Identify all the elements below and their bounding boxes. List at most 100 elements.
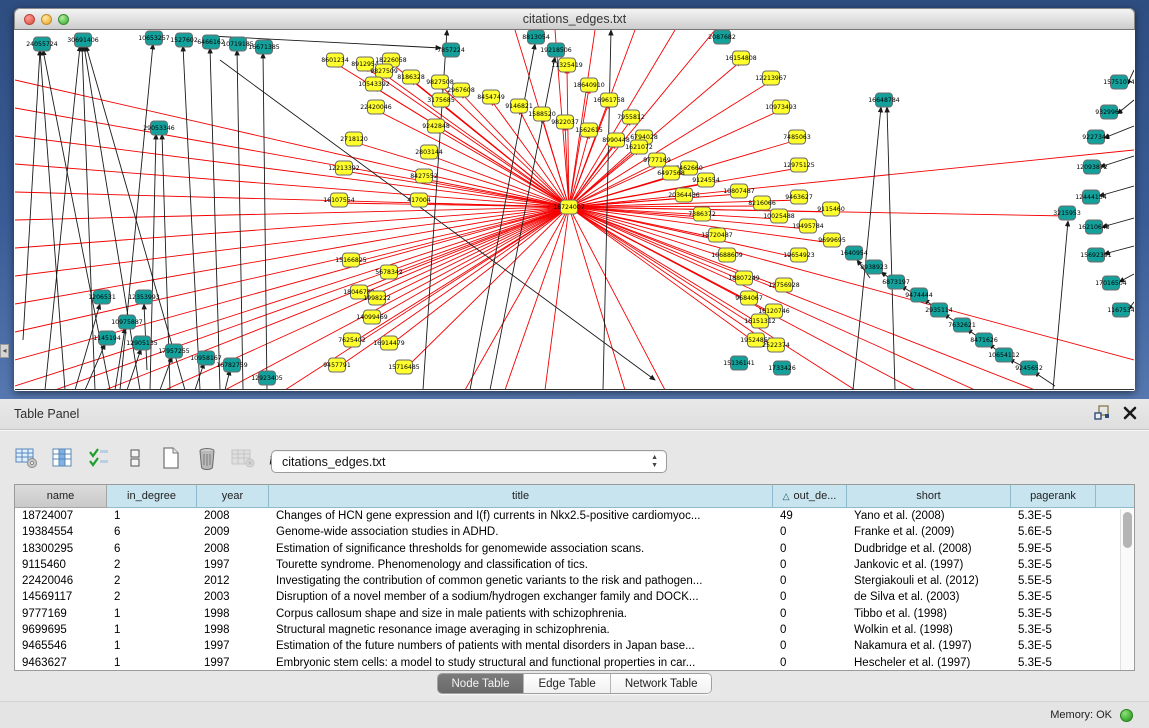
- graph-node[interactable]: 15166825: [335, 253, 367, 267]
- graph-node[interactable]: 30691406: [67, 33, 99, 47]
- citation-edge-red[interactable]: [569, 88, 589, 207]
- citation-edge-black[interactable]: [225, 370, 230, 390]
- citation-edge-red[interactable]: [429, 155, 569, 207]
- graph-node[interactable]: 10653257: [138, 31, 170, 45]
- select-columns-icon[interactable]: [86, 446, 111, 470]
- graph-node[interactable]: 12093872: [1076, 160, 1108, 174]
- graph-node[interactable]: 9329966: [1095, 105, 1123, 119]
- column-header-in-degree[interactable]: in_degree: [107, 485, 197, 508]
- collapse-west-panel-handle[interactable]: ◂: [0, 344, 9, 358]
- graph-node[interactable]: 10807487: [723, 184, 755, 198]
- citation-edge-black[interactable]: [183, 46, 200, 390]
- citation-edge-red[interactable]: [569, 207, 760, 324]
- citation-edge-red[interactable]: [545, 207, 569, 390]
- graph-node[interactable]: 9227342: [1082, 130, 1110, 144]
- graph-node[interactable]: 19495784: [792, 219, 824, 233]
- graph-node[interactable]: 10688609: [711, 248, 743, 262]
- table-row[interactable]: 1872400712008Changes of HCN gene express…: [15, 508, 1134, 524]
- tab-edge-table[interactable]: Edge Table: [524, 674, 610, 693]
- citation-edge-black[interactable]: [40, 50, 65, 390]
- citation-edge-black[interactable]: [23, 50, 40, 340]
- table-mode-icon[interactable]: [14, 446, 39, 470]
- minimize-window-icon[interactable]: [41, 14, 52, 25]
- table-scrollbar[interactable]: [1120, 509, 1133, 670]
- graph-node[interactable]: 11325419: [551, 58, 583, 72]
- graph-node[interactable]: 19654923: [783, 248, 815, 262]
- graph-node[interactable]: 12444154: [1075, 190, 1107, 204]
- column-header-short[interactable]: short: [847, 485, 1011, 508]
- graph-node[interactable]: 8471626: [970, 333, 998, 347]
- table-scrollbar-thumb[interactable]: [1123, 512, 1132, 548]
- graph-node[interactable]: 5678342: [375, 265, 403, 279]
- graph-node[interactable]: 1640954: [840, 246, 868, 260]
- graph-node[interactable]: 15716485: [388, 360, 420, 374]
- graph-node[interactable]: 3215953: [1053, 206, 1081, 220]
- graph-node[interactable]: 10973493: [765, 100, 797, 114]
- graph-node[interactable]: 16154808: [725, 51, 757, 65]
- citation-edge-red[interactable]: [15, 136, 569, 207]
- new-column-icon[interactable]: [158, 446, 183, 470]
- graph-node[interactable]: 1527602: [170, 33, 198, 47]
- graph-node[interactable]: 9245652: [1015, 361, 1043, 375]
- citation-edge-black[interactable]: [150, 134, 156, 390]
- table-row[interactable]: 1830029562008Estimation of significance …: [15, 541, 1134, 557]
- citation-edge-red[interactable]: [505, 207, 569, 390]
- graph-node[interactable]: 9115460: [817, 202, 845, 216]
- table-row[interactable]: 946362711997Embryonic stem cells: a mode…: [15, 655, 1134, 671]
- graph-node[interactable]: 6466162: [197, 35, 225, 49]
- delete-column-icon[interactable]: [194, 446, 219, 470]
- close-panel-icon[interactable]: [1123, 406, 1137, 420]
- column-header-year[interactable]: year: [197, 485, 269, 508]
- graph-node[interactable]: 12756928: [768, 278, 800, 292]
- citation-edge-black[interactable]: [263, 53, 267, 390]
- graph-node[interactable]: 16961758: [593, 93, 625, 107]
- graph-node[interactable]: 1145194: [93, 331, 121, 345]
- citation-edge-black[interactable]: [210, 48, 220, 390]
- graph-node[interactable]: 7625402: [338, 333, 366, 347]
- graph-node[interactable]: 1167534: [1107, 303, 1134, 317]
- graph-node[interactable]: 7485063: [783, 130, 811, 144]
- graph-node[interactable]: 12213967: [755, 71, 787, 85]
- graph-node[interactable]: 9699695: [818, 233, 846, 247]
- table-row[interactable]: 1456911722003Disruption of a novel membe…: [15, 589, 1134, 605]
- column-header-title[interactable]: title: [269, 485, 773, 508]
- graph-node[interactable]: 8216066: [748, 196, 776, 210]
- graph-node[interactable]: 8813054: [522, 30, 550, 44]
- column-header-pagerank[interactable]: pagerank: [1011, 485, 1096, 508]
- citation-edge-black[interactable]: [45, 46, 80, 390]
- graph-node[interactable]: 15751074: [1103, 75, 1134, 89]
- citation-edge-black[interactable]: [237, 50, 243, 390]
- graph-node[interactable]: 2718120: [340, 132, 368, 146]
- citation-edge-red[interactable]: [15, 164, 569, 207]
- tab-node-table[interactable]: Node Table: [438, 674, 525, 693]
- graph-node[interactable]: 22420046: [360, 100, 392, 114]
- citation-edge-black[interactable]: [1053, 221, 1068, 390]
- citation-edge-red[interactable]: [569, 194, 739, 207]
- graph-node[interactable]: 8454749: [477, 90, 505, 104]
- float-panel-icon[interactable]: [1094, 405, 1111, 421]
- table-row[interactable]: 977716911998Corpus callosum shape and si…: [15, 606, 1134, 622]
- column-header-name[interactable]: name: [15, 485, 107, 508]
- network-canvas[interactable]: 1872400724055724306914061065325715276026…: [15, 30, 1134, 390]
- network-window-titlebar[interactable]: citations_edges.txt: [14, 8, 1135, 30]
- graph-node[interactable]: 6873197: [882, 275, 910, 289]
- graph-node[interactable]: 17957255: [158, 344, 190, 358]
- citation-edge-red[interactable]: [377, 207, 569, 301]
- graph-node[interactable]: 10975887: [111, 315, 143, 329]
- graph-node[interactable]: 18807249: [728, 271, 760, 285]
- graph-node[interactable]: 29053346: [143, 121, 175, 135]
- graph-node[interactable]: 8601234: [321, 53, 349, 67]
- graph-node[interactable]: 9684067: [735, 291, 763, 305]
- graph-node[interactable]: 417004: [407, 193, 431, 207]
- graph-node[interactable]: 9463627: [785, 190, 813, 204]
- graph-node[interactable]: 16107554: [323, 193, 355, 207]
- graph-node[interactable]: 16914479: [373, 336, 405, 350]
- graph-node[interactable]: 7955812: [617, 110, 645, 124]
- table-select-dropdown[interactable]: citations_edges.txt ▲▼: [271, 450, 667, 473]
- citation-edge-black[interactable]: [887, 107, 895, 390]
- citation-edge-red[interactable]: [374, 87, 569, 207]
- graph-node[interactable]: 17016504: [1095, 276, 1127, 290]
- citation-network-graph[interactable]: 1872400724055724306914061065325715276026…: [15, 30, 1134, 390]
- citation-edge-black[interactable]: [75, 304, 100, 390]
- show-column-icon[interactable]: [50, 446, 75, 470]
